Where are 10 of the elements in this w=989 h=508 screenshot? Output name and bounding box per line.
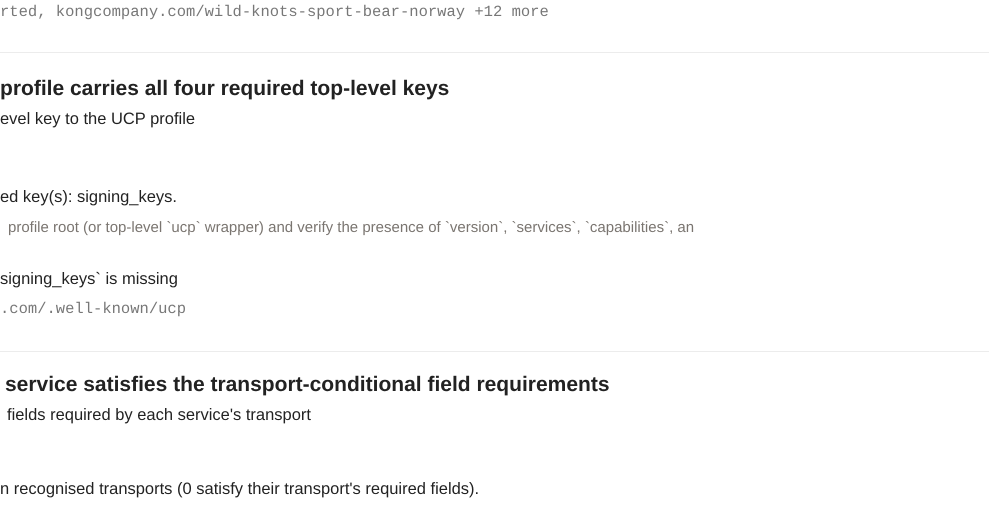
check-title: profile carries all four required top-level keys (0, 77, 450, 101)
check-result: n recognised transports (0 satisfy their transport's required fields). (0, 479, 480, 499)
check-method: profile root (or top-level `ucp` wrapper) and verify the presence of `version`, `services`, `capabilities`, an (7, 218, 696, 238)
check-description: evel key to the UCP profile (0, 109, 196, 129)
check-title: service satisfies the transport-conditional field requirements (4, 373, 610, 397)
check-result: ed key(s): signing_keys. (0, 187, 178, 207)
check-location: .com/.well-known/ucp (0, 300, 188, 318)
check-finding: signing_keys` is missing (0, 269, 179, 289)
source-list: rted, kongcompany.com/wild-knots-sport-bear-norway +12 more (0, 0, 989, 21)
check-description: fields required by each service's transport (6, 405, 312, 425)
